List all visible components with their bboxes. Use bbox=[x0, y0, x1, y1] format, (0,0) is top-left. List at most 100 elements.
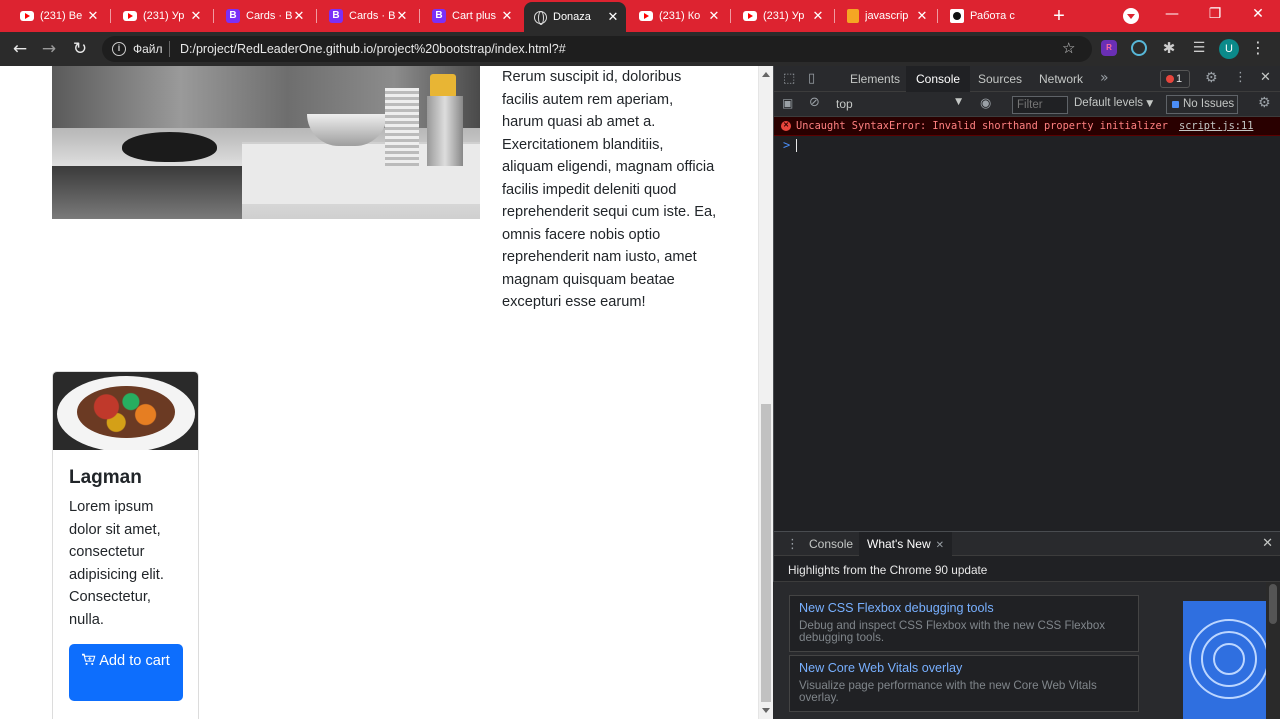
browser-tab[interactable]: (231) Be ✕ bbox=[10, 4, 106, 28]
context-select[interactable]: top ▼ bbox=[836, 97, 962, 111]
forward-button[interactable]: → bbox=[38, 38, 60, 60]
new-tab-button[interactable]: + bbox=[1048, 5, 1070, 27]
clear-console-icon[interactable]: ⊘ bbox=[809, 95, 820, 110]
body-paragraph: Rerum suscipit id, doloribus facilis aut… bbox=[502, 69, 717, 310]
drawer-tab-whats-new-label: What's New bbox=[867, 537, 931, 551]
issues-button[interactable]: No Issues bbox=[1166, 95, 1238, 114]
browser-tab[interactable]: (231) Ур ✕ bbox=[733, 4, 831, 28]
close-tab-icon[interactable]: ✕ bbox=[500, 9, 514, 24]
browser-tab[interactable]: (231) Ко ✕ bbox=[629, 4, 727, 28]
bookmark-star-icon[interactable]: ☆ bbox=[1062, 39, 1075, 57]
browser-tab[interactable]: B Cart plus ✕ bbox=[422, 4, 520, 28]
scroll-up-icon[interactable] bbox=[762, 72, 770, 77]
close-window-button[interactable]: ✕ bbox=[1237, 0, 1279, 30]
product-card: Lagman Lorem ipsum dolor sit amet, conse… bbox=[52, 371, 199, 719]
page-viewport: Rerum suscipit id, doloribus facilis aut… bbox=[0, 66, 758, 719]
close-tab-icon[interactable]: ✕ bbox=[189, 9, 203, 24]
browser-tab[interactable]: Работа с bbox=[940, 4, 1040, 28]
live-expression-eye-icon[interactable]: ◉ bbox=[980, 96, 991, 111]
devtools-menu-icon[interactable]: ⋮ bbox=[1234, 70, 1247, 85]
browser-menu-icon[interactable]: ⋮ bbox=[1250, 38, 1266, 57]
drawer-menu-icon[interactable]: ⋮ bbox=[786, 537, 799, 552]
close-tab-icon[interactable]: ✕ bbox=[86, 9, 100, 24]
drawer-tab-console[interactable]: Console bbox=[801, 532, 861, 556]
page-scrollbar[interactable] bbox=[758, 66, 773, 719]
tab-search-icon[interactable] bbox=[1123, 8, 1139, 24]
browser-toolbar: ← → ↻ i Файл D:/project/RedLeaderOne.git… bbox=[0, 32, 1280, 66]
close-tab-icon[interactable]: ✕ bbox=[811, 9, 825, 24]
close-tab-icon[interactable]: ✕ bbox=[707, 9, 721, 24]
add-to-cart-label: Add to cart bbox=[99, 653, 170, 669]
back-button[interactable]: ← bbox=[9, 38, 31, 60]
chevron-down-icon: ▼ bbox=[1146, 99, 1154, 109]
browser-tab[interactable]: B Cards · B ✕ bbox=[319, 4, 415, 28]
url-divider bbox=[169, 41, 170, 57]
error-message: Uncaught SyntaxError: Invalid shorthand … bbox=[796, 120, 1168, 132]
github-icon bbox=[950, 9, 964, 23]
url-text[interactable]: D:/project/RedLeaderOne.github.io/projec… bbox=[180, 42, 566, 56]
settings-gear-icon[interactable]: ⚙ bbox=[1205, 70, 1218, 86]
tab-network[interactable]: Network bbox=[1029, 66, 1093, 92]
minimize-button[interactable]: — bbox=[1151, 0, 1193, 30]
console-input-caret[interactable] bbox=[796, 139, 797, 152]
tab-console[interactable]: Console bbox=[906, 66, 971, 92]
youtube-icon bbox=[123, 11, 137, 21]
console-prompt-icon: > bbox=[783, 138, 791, 152]
tab-divider bbox=[730, 9, 731, 23]
tab-elements[interactable]: Elements bbox=[840, 66, 910, 92]
scroll-down-icon[interactable] bbox=[762, 708, 770, 713]
close-tab-icon[interactable]: ✕ bbox=[292, 9, 306, 24]
close-drawer-tab-icon[interactable]: ✕ bbox=[936, 540, 944, 551]
tab-sources[interactable]: Sources bbox=[968, 66, 1032, 92]
browser-tab[interactable]: (231) Ур ✕ bbox=[113, 4, 209, 28]
inspect-element-icon[interactable]: ⬚ bbox=[783, 71, 795, 86]
bootstrap-icon: B bbox=[329, 9, 343, 23]
whats-new-item-title[interactable]: New CSS Flexbox debugging tools bbox=[799, 601, 1129, 615]
whats-new-item-title[interactable]: New Core Web Vitals overlay bbox=[799, 661, 1129, 675]
browser-tab-active[interactable]: Donaza ✕ bbox=[524, 2, 626, 32]
tab-divider bbox=[213, 9, 214, 23]
tab-divider bbox=[419, 9, 420, 23]
whats-new-scrollbar[interactable] bbox=[1266, 582, 1280, 719]
extensions-puzzle-icon[interactable]: ✱ bbox=[1161, 40, 1177, 56]
extension-r-icon[interactable]: R bbox=[1101, 40, 1117, 56]
add-to-cart-button[interactable]: Add to cart bbox=[69, 644, 183, 701]
whats-new-list: New CSS Flexbox debugging tools Debug an… bbox=[773, 582, 1266, 719]
whats-new-scroll-thumb[interactable] bbox=[1269, 584, 1277, 624]
address-bar[interactable]: i Файл D:/project/RedLeaderOne.github.io… bbox=[102, 36, 1092, 62]
log-levels-dropdown[interactable]: Default levels ▼ bbox=[1074, 97, 1153, 109]
browser-tab[interactable]: javascrip ✕ bbox=[837, 4, 935, 28]
console-filter-bar: ▣ ⊘ top ▼ ◉ Default levels ▼ No Issues ⚙ bbox=[774, 92, 1280, 117]
console-filter-input[interactable] bbox=[1012, 96, 1068, 114]
whats-new-thumbnail bbox=[1183, 601, 1266, 719]
avatar[interactable]: U bbox=[1219, 39, 1239, 59]
reload-button[interactable]: ↻ bbox=[69, 38, 91, 60]
close-tab-icon[interactable]: ✕ bbox=[915, 9, 929, 24]
reading-list-icon[interactable]: ☰ bbox=[1191, 40, 1207, 56]
restore-button[interactable]: ❐ bbox=[1194, 0, 1236, 30]
whats-new-item[interactable]: New Core Web Vitals overlay Visualize pa… bbox=[789, 655, 1139, 712]
close-drawer-icon[interactable]: ✕ bbox=[1262, 536, 1273, 551]
close-devtools-icon[interactable]: ✕ bbox=[1260, 70, 1271, 85]
more-tabs-icon[interactable]: » bbox=[1100, 70, 1109, 86]
error-count-badge[interactable]: 1 bbox=[1160, 70, 1190, 88]
whats-new-item[interactable]: New CSS Flexbox debugging tools Debug an… bbox=[789, 595, 1139, 652]
error-source-link[interactable]: script.js:11 bbox=[1179, 120, 1253, 132]
devtools-tabbar: ⬚ ▯ Elements Console Sources Network » 1… bbox=[774, 66, 1280, 92]
sidebar-toggle-icon[interactable]: ▣ bbox=[782, 96, 793, 110]
whats-new-item-desc: Visualize page performance with the new … bbox=[799, 679, 1097, 704]
extension-circle-icon[interactable] bbox=[1131, 40, 1147, 56]
card-text: Lorem ipsum dolor sit amet, consectetur … bbox=[69, 499, 164, 628]
browser-tab[interactable]: B Cards · B ✕ bbox=[216, 4, 312, 28]
youtube-icon bbox=[20, 11, 34, 21]
close-tab-icon[interactable]: ✕ bbox=[395, 9, 409, 24]
bootstrap-icon: B bbox=[226, 9, 240, 23]
globe-icon bbox=[534, 10, 547, 25]
device-toolbar-icon[interactable]: ▯ bbox=[808, 71, 815, 86]
info-icon[interactable]: i bbox=[112, 42, 126, 56]
console-settings-gear-icon[interactable]: ⚙ bbox=[1258, 95, 1271, 111]
scrollbar-thumb[interactable] bbox=[761, 404, 771, 702]
drawer-tab-whats-new[interactable]: What's New ✕ bbox=[859, 532, 953, 556]
tab-strip: (231) Be ✕ (231) Ур ✕ B Cards · B ✕ B Ca… bbox=[0, 0, 1280, 32]
close-tab-icon[interactable]: ✕ bbox=[606, 10, 620, 25]
